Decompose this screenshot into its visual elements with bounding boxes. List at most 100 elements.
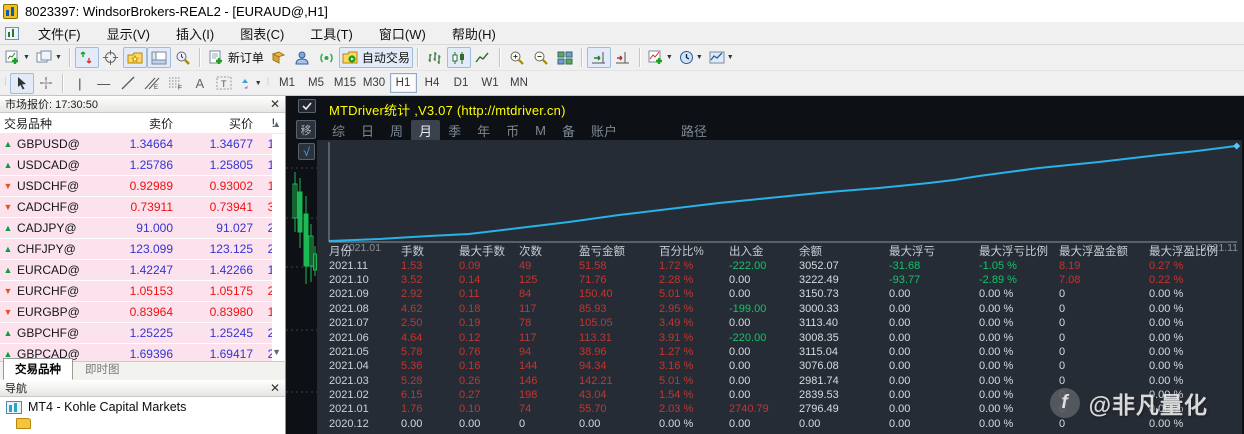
chart-window-icon [5,26,19,40]
market-watch-row-EURCAD[interactable]: ▲ EURCAD@ 1.42247 1.42266 19 [0,260,272,281]
crosshair-tool-button[interactable] [34,73,58,94]
timeframe-mn[interactable]: MN [506,73,533,93]
stats-tab-账户[interactable]: 账户 [583,120,625,141]
signals-button[interactable] [315,47,339,68]
channel-tool-button[interactable]: E [140,73,164,94]
stats-col-header-7: 余额 [799,246,822,259]
market-watch-row-CADJPY[interactable]: ▲ CADJPY@ 91.000 91.027 27 [0,218,272,239]
horizontal-line-tool-button[interactable]: — [92,73,116,94]
scroll-down-icon[interactable]: ▼ [272,347,281,357]
column-bid[interactable]: 卖价 [102,115,180,132]
new-chart-button[interactable]: ▼ [2,47,33,68]
timeframe-m15[interactable]: M15 [332,73,359,93]
trendline-tool-button[interactable] [116,73,140,94]
close-icon[interactable]: ✕ [270,98,280,110]
timeframe-m5[interactable]: M5 [303,73,330,93]
tab-交易品种[interactable]: 交易品种 [3,358,73,380]
stats-cell: 0.00 [889,317,911,330]
tile-windows-button[interactable] [553,47,577,68]
terminal-toggle-button[interactable] [146,47,171,68]
metaeditor-button[interactable] [267,47,291,68]
navigator-root-item[interactable]: MT4 - Kohle Capital Markets [0,397,285,414]
autotrading-button[interactable]: 自动交易 [338,47,413,68]
zoom-out-button[interactable] [529,47,553,68]
stats-tab-备[interactable]: 备 [554,120,583,141]
stats-tab-币[interactable]: 币 [498,120,527,141]
symbol-label: EURCHF@ [17,284,80,298]
auto-scroll-icon [591,51,605,63]
timeframe-m30[interactable]: M30 [361,73,388,93]
fibonacci-tool-button[interactable]: F [164,73,188,94]
label-tool-button[interactable]: T [212,73,236,94]
ea-check-button[interactable]: √ [298,143,315,160]
strategy-tester-button[interactable] [171,47,195,68]
templates-button[interactable]: ▼ [706,47,737,68]
chart-shift-button[interactable] [611,47,635,68]
toolbar-drag-handle[interactable]: ⁞ [267,78,270,88]
menu-item-1[interactable]: 显示(V) [94,21,163,46]
market-watch-row-USDCHF[interactable]: ▼ USDCHF@ 0.92989 0.93002 13 [0,176,272,197]
data-window-button[interactable] [99,47,123,68]
menu-item-0[interactable]: 文件(F) [25,21,94,46]
market-watch-row-GBPCHF[interactable]: ▲ GBPCHF@ 1.25225 1.25245 20 [0,323,272,344]
stats-tab-年[interactable]: 年 [469,120,498,141]
symbol-label: USDCHF@ [17,179,80,193]
zoom-in-button[interactable] [505,47,529,68]
menu-item-6[interactable]: 帮助(H) [439,21,509,46]
menu-item-3[interactable]: 图表(C) [227,21,297,46]
navigator-toggle-button[interactable] [122,47,147,68]
stats-tab-月[interactable]: 月 [411,119,441,141]
stats-cell: 0.00 [729,317,751,330]
menu-item-2[interactable]: 插入(I) [163,21,227,46]
stats-tab-M[interactable]: M [527,122,554,139]
market-watch-row-EURCHF[interactable]: ▼ EURCHF@ 1.05153 1.05175 22 [0,281,272,302]
market-watch-row-GBPUSD[interactable]: ▲ GBPUSD@ 1.34664 1.34677 13 [0,134,272,155]
column-symbol[interactable]: 交易品种 [0,115,102,132]
timeframe-d1[interactable]: D1 [448,73,475,93]
stats-tab-日[interactable]: 日 [353,120,382,141]
menu-item-5[interactable]: 窗口(W) [366,21,439,46]
market-watch-row-EURGBP[interactable]: ▼ EURGBP@ 0.83964 0.83980 16 [0,302,272,323]
auto-scroll-button[interactable] [586,47,611,68]
timeframe-w1[interactable]: W1 [477,73,504,93]
stats-cell: 2021.08 [329,302,369,315]
profiles-button[interactable]: ▼ [33,47,65,68]
down-arrow-icon: ▼ [3,286,13,296]
text-tool-button[interactable]: A [188,73,212,94]
close-icon[interactable]: ✕ [270,382,280,394]
stats-tab-路径[interactable]: 路径 [673,120,715,141]
line-chart-button[interactable] [471,47,495,68]
stats-tab-周[interactable]: 周 [382,120,411,141]
market-watch-row-USDCAD[interactable]: ▲ USDCAD@ 1.25786 1.25805 19 [0,155,272,176]
scroll-up-icon[interactable]: ▲ [272,119,281,129]
cursor-tool-button[interactable] [9,72,34,94]
stats-cell: 117 [519,331,537,344]
bar-chart-button[interactable] [423,47,447,68]
stats-tab-季[interactable]: 季 [440,120,469,141]
timeframe-m1[interactable]: M1 [274,73,301,93]
market-watch-row-CHFJPY[interactable]: ▲ CHFJPY@ 123.099 123.125 26 [0,239,272,260]
toolbar-drag-handle[interactable]: ⁞ [4,78,7,88]
ea-move-button[interactable]: 移 [296,120,316,139]
expert-advisors-button[interactable] [291,47,315,68]
candlestick-chart-button[interactable] [446,47,471,68]
timeframe-h4[interactable]: H4 [419,73,446,93]
stats-cell: 5.01 % [659,288,694,301]
market-watch-row-CADCHF[interactable]: ▼ CADCHF@ 0.73911 0.73941 30 [0,197,272,218]
symbol-label: GBPCHF@ [17,326,80,340]
column-ask[interactable]: 买价 [180,115,260,132]
navigator-accounts-item[interactable] [16,418,285,429]
stats-tab-综[interactable]: 综 [324,120,353,141]
vertical-line-tool-button[interactable]: | [68,73,92,94]
timeframe-h1[interactable]: H1 [389,73,417,93]
ask-cell: 1.25805 [209,158,253,172]
indicators-button[interactable]: ▼ [645,47,676,68]
new-order-button[interactable]: 新订单 [205,47,267,68]
tab-即时图[interactable]: 即时图 [73,358,132,380]
market-watch-toggle-button[interactable] [74,47,99,68]
ea-collapse-button[interactable] [298,99,316,113]
periods-button[interactable]: ▼ [676,47,706,68]
stats-cell: 4.64 [401,331,423,344]
arrows-tool-button[interactable]: ▼ [236,73,265,94]
menu-item-4[interactable]: 工具(T) [297,21,366,46]
